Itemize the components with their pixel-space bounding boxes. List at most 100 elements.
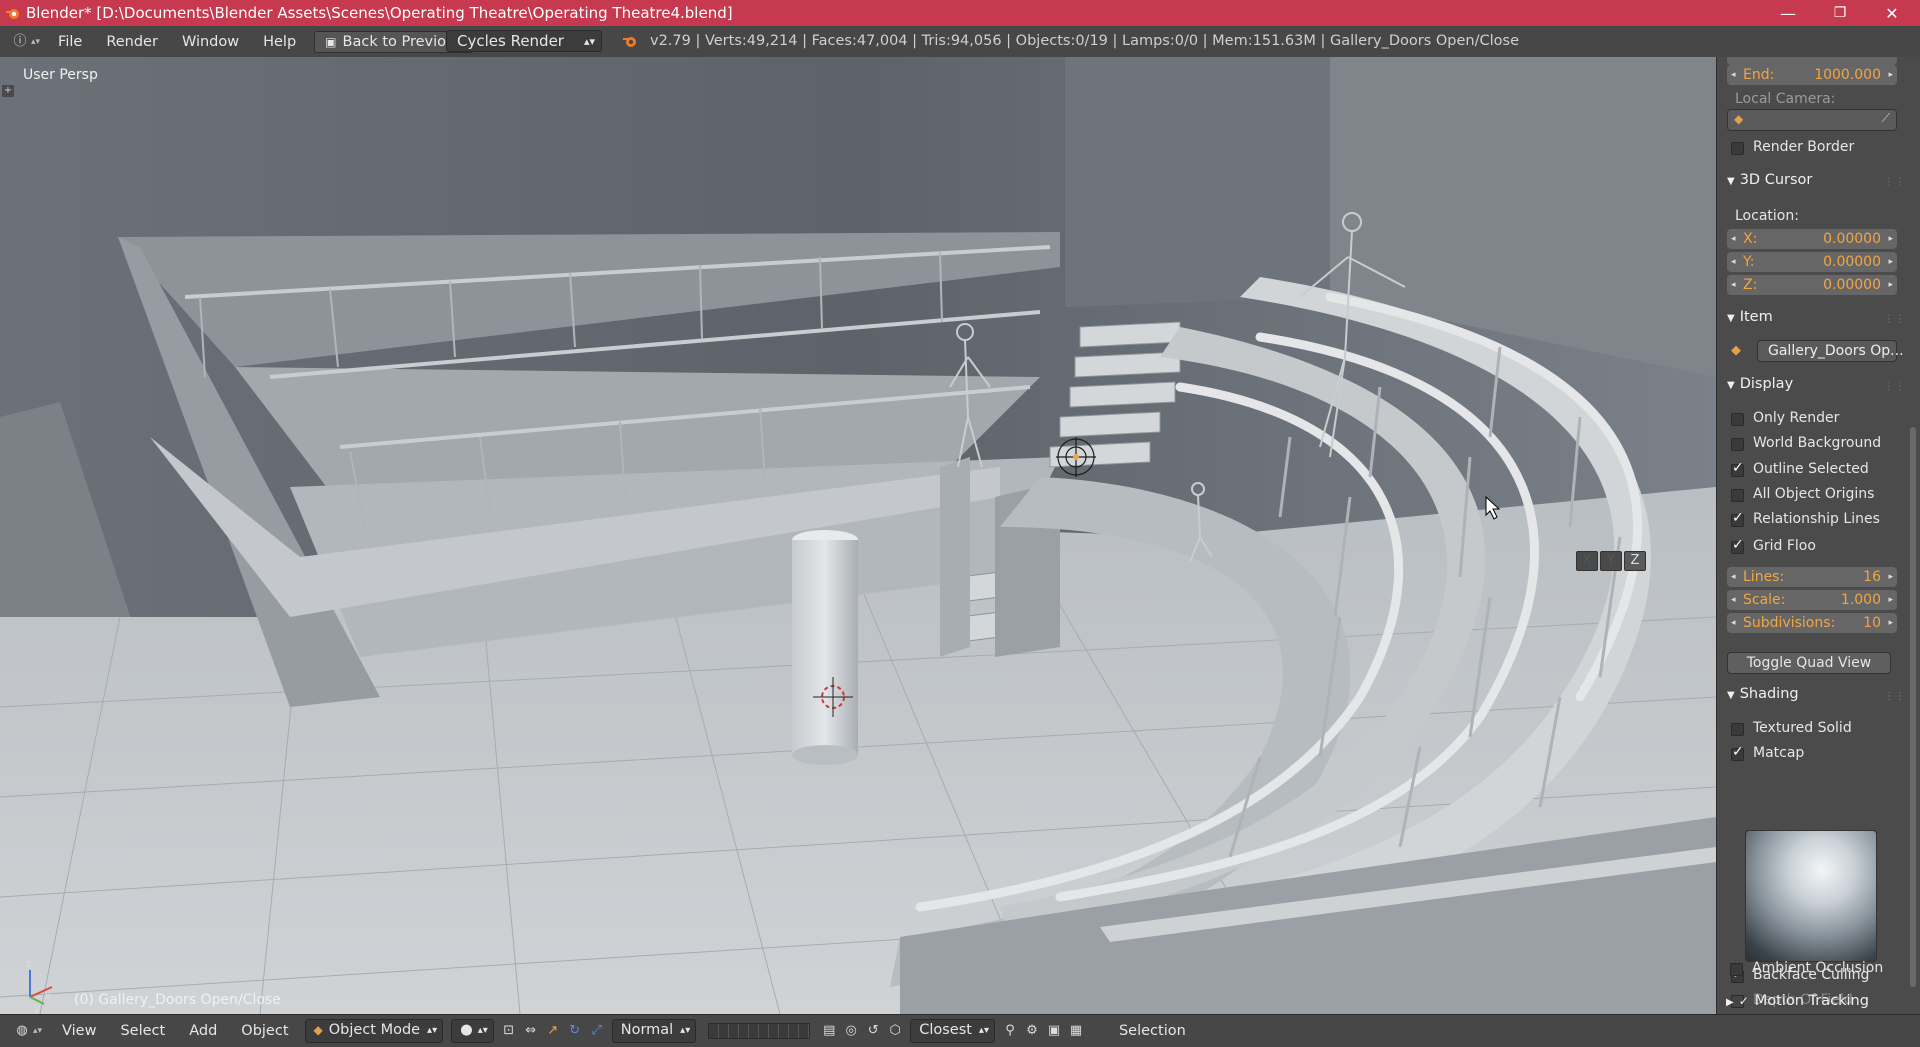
decrement-icon[interactable]: ◂ [1731, 65, 1736, 85]
scale-label: Scale: [1743, 592, 1786, 608]
item-name-value: Gallery_Doors Op... [1768, 343, 1904, 359]
matcap-checkbox[interactable] [1731, 744, 1744, 761]
x-value: 0.00000 [1823, 231, 1881, 247]
grid-scale-field[interactable]: ◂ Scale: 1.000 ▸ [1727, 590, 1897, 610]
3d-viewport[interactable]: z x y + User Persp (0) Gallery_Doors Ope… [0, 57, 1716, 1014]
grid-lines-field[interactable]: ◂ Lines: 16 ▸ [1727, 567, 1897, 587]
section-3d-cursor[interactable]: ▼ 3D Cursor [1727, 172, 1812, 188]
matcap-preview[interactable] [1745, 830, 1877, 962]
start-field[interactable]: ◂▸ [1727, 57, 1897, 65]
cursor-x-field[interactable]: ◂ X: 0.00000 ▸ [1727, 229, 1897, 249]
render-engine-select[interactable]: Cycles Render ▴▾ [446, 30, 602, 52]
only-render-checkbox[interactable] [1731, 413, 1744, 426]
toggle-quad-view-button[interactable]: Toggle Quad View [1727, 652, 1891, 674]
section-motion-tracking[interactable]: ▶ ✓ Motion Tracking [1726, 993, 1869, 1009]
world-background-checkbox[interactable] [1731, 438, 1744, 451]
end-field[interactable]: ◂ End: 1000.000 ▸ [1727, 65, 1897, 85]
blender-logo-icon [623, 37, 636, 47]
chevron-updown-icon: ▴▾ [427, 1025, 438, 1036]
chevron-updown-icon: ▴▾ [477, 1025, 488, 1036]
local-camera-label: Local Camera: [1735, 91, 1836, 107]
section-shading[interactable]: ▼ Shading [1727, 686, 1799, 702]
grid-floor-label: Grid Floo [1753, 538, 1816, 554]
properties-side-panel[interactable]: ◂▸ ◂ End: 1000.000 ▸ Local Camera: ◆ ⟋ R… [1716, 57, 1920, 1014]
drag-handle-icon[interactable]: ⋮⋮ [1884, 314, 1906, 325]
outline-selected-checkbox[interactable] [1731, 460, 1744, 477]
opengl-render-icon[interactable]: ⚙ [1024, 1023, 1040, 1039]
scene-statistics: v2.79 | Verts:49,214 | Faces:47,004 | Tr… [650, 33, 1520, 49]
active-object-label: (0) Gallery_Doors Open/Close [74, 992, 281, 1008]
drag-handle-icon[interactable]: ⋮⋮ [1884, 381, 1906, 392]
snap-target-select[interactable]: Closest ▴▾ [910, 1019, 995, 1043]
viewport-expand-icon[interactable]: + [2, 85, 14, 97]
proportional-edit-icon[interactable]: ◎ [843, 1023, 859, 1039]
item-name-field[interactable]: Gallery_Doors Op... [1757, 340, 1904, 362]
menu-window[interactable]: Window [170, 34, 251, 50]
pivot-point-icon[interactable]: ⊡ [501, 1023, 517, 1039]
z-label: Z: [1743, 277, 1758, 293]
chevron-updown-icon: ▴▾ [978, 1025, 989, 1036]
cursor-y-field[interactable]: ◂ Y: 0.00000 ▸ [1727, 252, 1897, 272]
item-header: Item [1739, 309, 1773, 325]
grid-axis-y-toggle[interactable]: Y [1600, 551, 1622, 571]
section-display[interactable]: ▼ Display [1727, 376, 1793, 392]
ambient-occlusion-checkbox[interactable] [1730, 963, 1743, 976]
section-item[interactable]: ▼ Item [1727, 309, 1773, 325]
render-animation-icon[interactable]: ▣ [1046, 1023, 1062, 1039]
menu-view[interactable]: View [50, 1023, 108, 1039]
snap-element-icon[interactable]: ⬡ [887, 1023, 903, 1039]
cursor-z-field[interactable]: ◂ Z: 0.00000 ▸ [1727, 275, 1897, 295]
grid-subdivisions-field[interactable]: ◂ Subdivisions: 10 ▸ [1727, 613, 1897, 633]
close-button[interactable]: ✕ [1866, 0, 1918, 26]
increment-icon[interactable]: ▸ [1888, 65, 1893, 85]
menu-add[interactable]: Add [177, 1023, 229, 1039]
grid-axis-x-toggle[interactable]: X [1576, 551, 1598, 571]
local-camera-field[interactable]: ◆ ⟋ [1727, 109, 1897, 131]
collapse-triangle-icon: ▼ [1727, 690, 1735, 701]
render-border-checkbox[interactable] [1731, 142, 1744, 155]
panel-scrollbar[interactable] [1910, 427, 1916, 987]
menu-help[interactable]: Help [251, 34, 308, 50]
editor-type-3d-view-icon[interactable]: ◍ [14, 1023, 30, 1039]
expand-triangle-icon: ▶ [1726, 997, 1734, 1008]
render-viewport-icon[interactable]: ▦ [1068, 1023, 1084, 1039]
subdivisions-label: Subdivisions: [1743, 615, 1836, 631]
editor-type-arrows-icon[interactable]: ▴▾ [31, 37, 40, 47]
snap-align-icon[interactable]: ⚲ [1002, 1023, 1018, 1039]
transform-orientation-select[interactable]: Normal ▴▾ [611, 1019, 697, 1043]
translate-manipulator-icon[interactable]: ↗ [545, 1023, 561, 1039]
minimize-button[interactable]: — [1762, 0, 1814, 26]
x-label: X: [1743, 231, 1758, 247]
grid-axis-z-toggle[interactable]: Z [1624, 551, 1646, 571]
check-icon[interactable]: ✓ [1739, 994, 1749, 1008]
menu-render[interactable]: Render [94, 34, 170, 50]
all-object-origins-checkbox[interactable] [1731, 489, 1744, 502]
all-object-origins-label: All Object Origins [1753, 486, 1875, 502]
viewport-shading-select[interactable]: ● ▴▾ [451, 1019, 494, 1043]
manipulator-toggle-icon[interactable]: ⇔ [523, 1023, 539, 1039]
snap-toggle-icon[interactable]: ↺ [865, 1023, 881, 1039]
textured-solid-checkbox[interactable] [1731, 723, 1744, 736]
chevron-updown-icon: ▴▾ [583, 35, 595, 48]
relationship-lines-checkbox[interactable] [1731, 510, 1744, 527]
eyedropper-icon[interactable]: ⟋ [1882, 111, 1890, 126]
menu-object[interactable]: Object [229, 1023, 300, 1039]
layers-lock-icon[interactable]: ▤ [821, 1023, 837, 1039]
scale-value: 1.000 [1840, 592, 1881, 608]
display-header: Display [1739, 376, 1794, 392]
menu-file[interactable]: File [46, 34, 94, 50]
keying-set-label: Selection [1118, 1023, 1186, 1039]
lines-value: 16 [1863, 569, 1881, 585]
menu-select[interactable]: Select [108, 1023, 177, 1039]
outline-selected-label: Outline Selected [1753, 461, 1869, 477]
maximize-button[interactable]: ❐ [1814, 0, 1866, 26]
drag-handle-icon[interactable]: ⋮⋮ [1884, 691, 1906, 702]
interaction-mode-select[interactable]: ◆ Object Mode ▴▾ [304, 1019, 444, 1043]
editor-type-info-icon[interactable]: ⓘ [12, 34, 28, 50]
rotate-manipulator-icon[interactable]: ↻ [567, 1023, 583, 1039]
editor-type-arrows-icon[interactable]: ▴▾ [33, 1026, 42, 1036]
grid-floor-checkbox[interactable] [1731, 537, 1744, 554]
drag-handle-icon[interactable]: ⋮⋮ [1884, 177, 1906, 188]
layer-buttons[interactable] [708, 1023, 811, 1039]
scale-manipulator-icon[interactable]: ⤢ [589, 1023, 605, 1039]
